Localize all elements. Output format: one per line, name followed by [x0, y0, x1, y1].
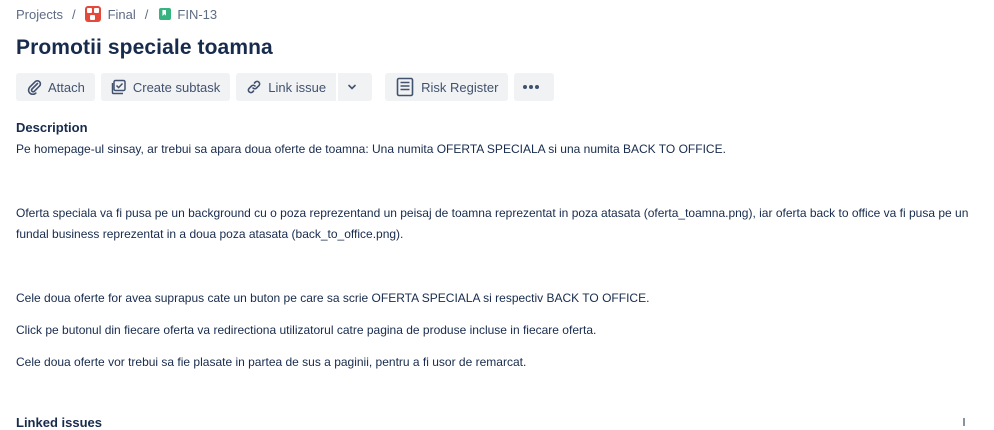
description-heading: Description — [16, 120, 88, 135]
project-avatar-icon — [84, 6, 101, 22]
empty-paragraph — [16, 256, 976, 288]
issue-toolbar: Attach Create subtask Link issue Risk Re… — [16, 73, 555, 101]
more-actions-button[interactable] — [514, 73, 555, 101]
risk-register-button[interactable]: Risk Register — [385, 73, 509, 101]
paperclip-icon — [27, 80, 42, 95]
description-paragraph: Pe homepage-ul sinsay, ar trebui sa apar… — [16, 142, 726, 156]
create-subtask-label: Create subtask — [132, 79, 221, 95]
risk-register-label: Risk Register — [421, 79, 499, 95]
description-body[interactable]: Pe homepage-ul sinsay, ar trebui sa apar… — [16, 139, 976, 384]
breadcrumb-projects[interactable]: Projects — [16, 7, 63, 22]
breadcrumb-separator: / — [71, 6, 76, 22]
subtask-icon — [111, 79, 126, 95]
description-paragraph: Oferta speciala va fi pusa pe un backgro… — [16, 206, 969, 241]
breadcrumb: Projects / Final / FIN-13 — [16, 5, 217, 23]
breadcrumb-issue-key: FIN-13 — [177, 6, 218, 22]
issue-title[interactable]: Promotii speciale toamna — [16, 36, 273, 60]
breadcrumb-project-label: Final — [107, 6, 136, 22]
attach-label: Attach — [48, 79, 85, 95]
story-icon — [159, 8, 172, 20]
description-paragraph: Cele doua oferte for avea suprapus cate … — [16, 291, 650, 305]
attach-button[interactable]: Attach — [16, 73, 95, 101]
breadcrumb-separator: / — [144, 6, 149, 22]
register-book-icon — [396, 77, 414, 97]
empty-paragraph — [16, 171, 976, 203]
link-issue-dropdown-button[interactable] — [338, 73, 373, 101]
breadcrumb-project-final[interactable]: Final — [84, 6, 136, 22]
link-issue-label: Link issue — [268, 79, 327, 95]
description-paragraph: Cele doua oferte vor trebui sa fie plasa… — [16, 355, 527, 369]
chevron-down-icon — [348, 84, 356, 90]
more-horizontal-icon — [523, 85, 540, 89]
description-paragraph: Click pe butonul din fiecare oferta va r… — [16, 323, 597, 337]
link-icon — [247, 80, 261, 94]
create-subtask-button[interactable]: Create subtask — [100, 73, 231, 101]
breadcrumb-issue[interactable]: FIN-13 — [157, 7, 217, 22]
linked-issues-heading: Linked issues — [16, 415, 102, 430]
link-issue-button[interactable]: Link issue — [236, 73, 337, 101]
